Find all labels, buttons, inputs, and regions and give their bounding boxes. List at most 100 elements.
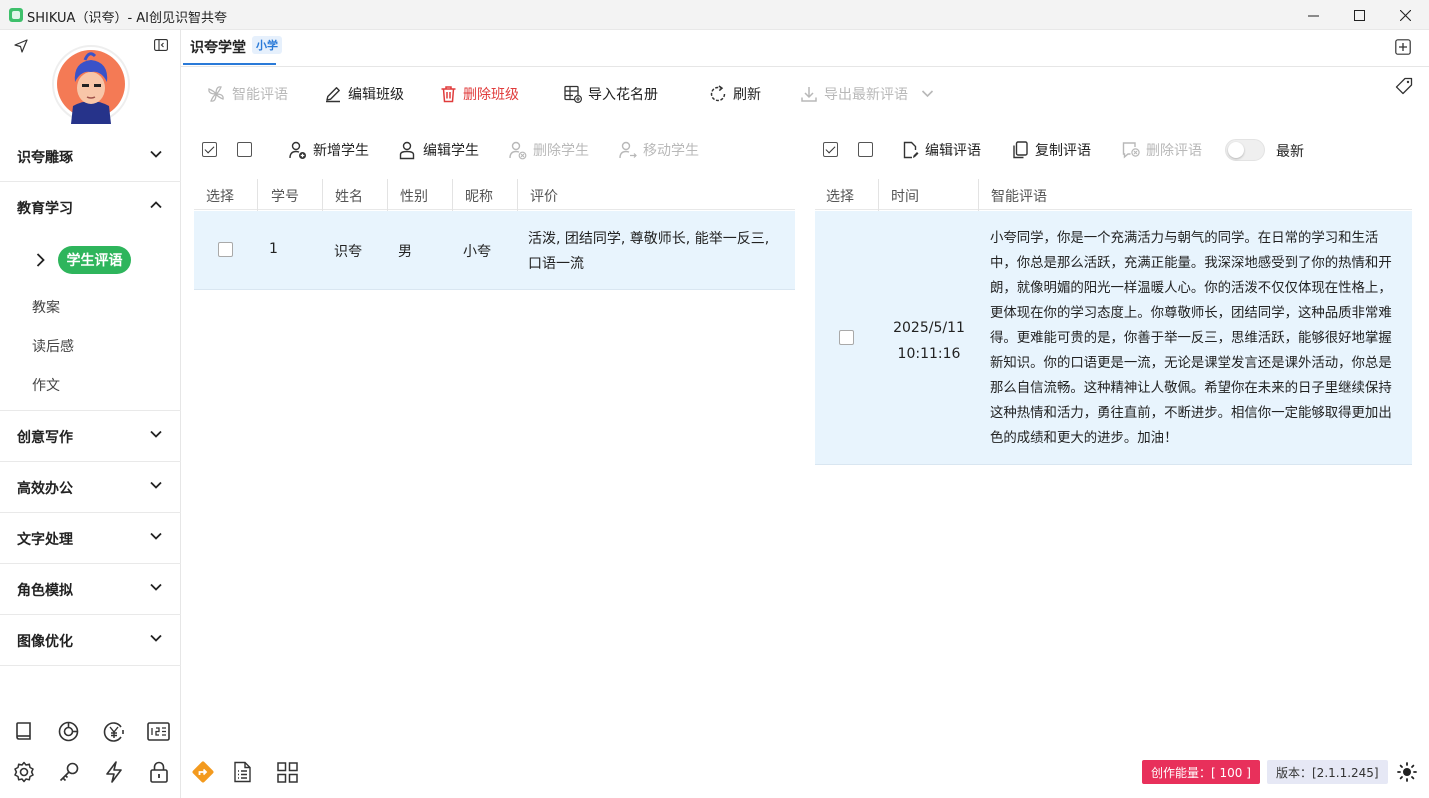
export-latest-button[interactable]: 导出最新评语	[800, 84, 908, 104]
column-header-student-id[interactable]: 学号	[271, 186, 299, 206]
sidebar-item-student-comments[interactable]: 学生评语	[58, 246, 131, 274]
student-nickname-cell: 小夸	[463, 244, 491, 260]
column-header-time[interactable]: 时间	[891, 186, 919, 206]
sidebar-item-book-report[interactable]: 读后感	[32, 336, 74, 356]
window-title: SHIKUA（识夸）- AI创见识智共夸	[27, 11, 227, 26]
remove-user-icon	[509, 141, 527, 159]
trash-icon	[441, 86, 456, 103]
move-student-button[interactable]: 移动学生	[619, 140, 699, 160]
clear-selection-students-checkbox[interactable]	[237, 142, 252, 157]
copy-comment-button[interactable]: 复制评语	[1012, 140, 1091, 160]
tag-icon[interactable]	[1395, 77, 1413, 95]
comment-date: 2025/5/11	[893, 320, 965, 336]
clear-selection-comments-checkbox[interactable]	[858, 142, 873, 157]
collapse-sidebar-icon[interactable]	[154, 39, 168, 51]
grid-apps-icon[interactable]	[277, 762, 298, 783]
edit-user-icon	[399, 141, 415, 159]
student-evaluation-cell: 活泼, 团结同学, 尊敬师长, 能举一反三, 口语一流	[528, 231, 770, 272]
add-tab-button[interactable]	[1395, 39, 1411, 55]
refresh-button[interactable]: 刷新	[709, 84, 761, 104]
chevron-down-icon	[150, 430, 162, 438]
import-roster-button[interactable]: 导入花名册	[564, 84, 658, 104]
chevron-down-icon	[150, 634, 162, 642]
student-gender-cell: 男	[398, 244, 412, 260]
sidebar-category-education[interactable]: 教育学习	[0, 182, 181, 233]
send-icon[interactable]	[14, 39, 28, 53]
column-header-select: 选择	[206, 189, 234, 205]
export-dropdown-toggle[interactable]	[921, 89, 934, 98]
smart-comment-button[interactable]: 智能评语	[206, 84, 288, 104]
delete-student-button[interactable]: 删除学生	[509, 140, 589, 160]
download-icon	[801, 87, 817, 102]
column-header-name[interactable]: 姓名	[335, 186, 363, 206]
table-row[interactable]: 2025/5/11 10:11:16 小夸同学，你是一个充满活力与朝气的同学。在…	[815, 211, 1412, 465]
row-select-checkbox[interactable]	[218, 242, 233, 257]
version-badge: 版本：[2.1.1.245]	[1267, 760, 1388, 784]
table-add-icon	[564, 85, 582, 103]
grade-badge: 小学	[252, 36, 282, 54]
comment-time: 10:11:16	[897, 346, 961, 362]
maximize-icon	[1353, 9, 1365, 21]
delete-comment-button[interactable]: 删除评语	[1122, 140, 1202, 160]
copy-icon	[1013, 141, 1028, 159]
chevron-up-icon	[150, 201, 162, 209]
minimize-button[interactable]	[1290, 0, 1336, 30]
theme-toggle-sun-icon[interactable]	[1397, 762, 1417, 782]
pencil-icon	[326, 87, 340, 103]
creation-energy-badge: 创作能量：[ 100 ]	[1142, 760, 1260, 784]
document-list-icon[interactable]	[233, 761, 252, 783]
edit-document-icon	[903, 141, 919, 159]
pie-chart-icon[interactable]	[58, 721, 79, 742]
sidebar-category-text-processing[interactable]: 文字处理	[0, 513, 181, 564]
key-icon[interactable]	[58, 761, 80, 783]
book-icon[interactable]	[14, 721, 34, 741]
comments-table-header: 选择 时间 智能评语	[815, 179, 1412, 210]
gear-icon[interactable]	[13, 761, 35, 783]
select-all-students-checkbox[interactable]	[202, 142, 217, 157]
tab-shikua-school[interactable]: 识夸学堂	[190, 37, 246, 57]
student-id-cell: 1	[269, 241, 278, 257]
share-icon[interactable]	[191, 760, 215, 784]
chevron-down-icon	[150, 532, 162, 540]
delete-class-button[interactable]: 删除班级	[440, 84, 519, 104]
student-name-cell: 识夸	[334, 244, 362, 260]
column-header-nickname[interactable]: 昵称	[465, 186, 493, 206]
id-card-icon[interactable]	[147, 722, 170, 741]
latest-toggle[interactable]	[1225, 139, 1265, 161]
edit-comment-button[interactable]: 编辑评语	[902, 140, 981, 160]
sidebar-item-essay[interactable]: 作文	[32, 375, 60, 395]
column-header-evaluation[interactable]: 评价	[530, 186, 558, 206]
latest-toggle-label: 最新	[1276, 144, 1304, 160]
refresh-icon	[710, 85, 726, 102]
pinwheel-icon	[208, 86, 224, 102]
edit-student-button[interactable]: 编辑学生	[399, 140, 479, 160]
app-logo-icon	[9, 8, 23, 22]
active-tab-indicator	[183, 63, 276, 65]
avatar[interactable]	[51, 44, 131, 124]
row-select-checkbox[interactable]	[839, 330, 854, 345]
lock-icon[interactable]	[149, 761, 169, 783]
chevron-right-icon	[36, 253, 45, 267]
select-all-comments-checkbox[interactable]	[823, 142, 838, 157]
column-header-gender[interactable]: 性别	[400, 186, 428, 206]
sidebar-category-creative-writing[interactable]: 创意写作	[0, 411, 181, 462]
table-row[interactable]: 1 识夸 男 小夸 活泼, 团结同学, 尊敬师长, 能举一反三, 口语一流	[194, 211, 795, 290]
close-icon	[1399, 9, 1411, 21]
add-student-button[interactable]: 新增学生	[289, 140, 369, 160]
lightning-icon[interactable]	[104, 761, 124, 783]
chevron-down-icon	[150, 583, 162, 591]
sidebar: 识夸雕琢 教育学习 学生评语 教案 读后感 作文 创意写作 高效办公 文字处理 …	[0, 30, 181, 798]
column-header-smart-comment[interactable]: 智能评语	[991, 186, 1047, 206]
sidebar-category-role-play[interactable]: 角色模拟	[0, 564, 181, 615]
maximize-button[interactable]	[1336, 0, 1382, 30]
sidebar-category-shikua-craft[interactable]: 识夸雕琢	[0, 131, 181, 182]
close-button[interactable]	[1382, 0, 1428, 30]
sidebar-item-lesson-plan[interactable]: 教案	[32, 297, 60, 317]
delete-message-icon	[1122, 142, 1140, 159]
sidebar-category-office[interactable]: 高效办公	[0, 462, 181, 513]
add-user-icon	[289, 141, 306, 159]
edit-class-button[interactable]: 编辑班级	[324, 84, 404, 104]
sidebar-category-image-optimize[interactable]: 图像优化	[0, 615, 181, 666]
yuan-coin-icon[interactable]	[103, 721, 125, 743]
students-table-header: 选择 学号 姓名 性别 昵称 评价	[194, 179, 795, 210]
